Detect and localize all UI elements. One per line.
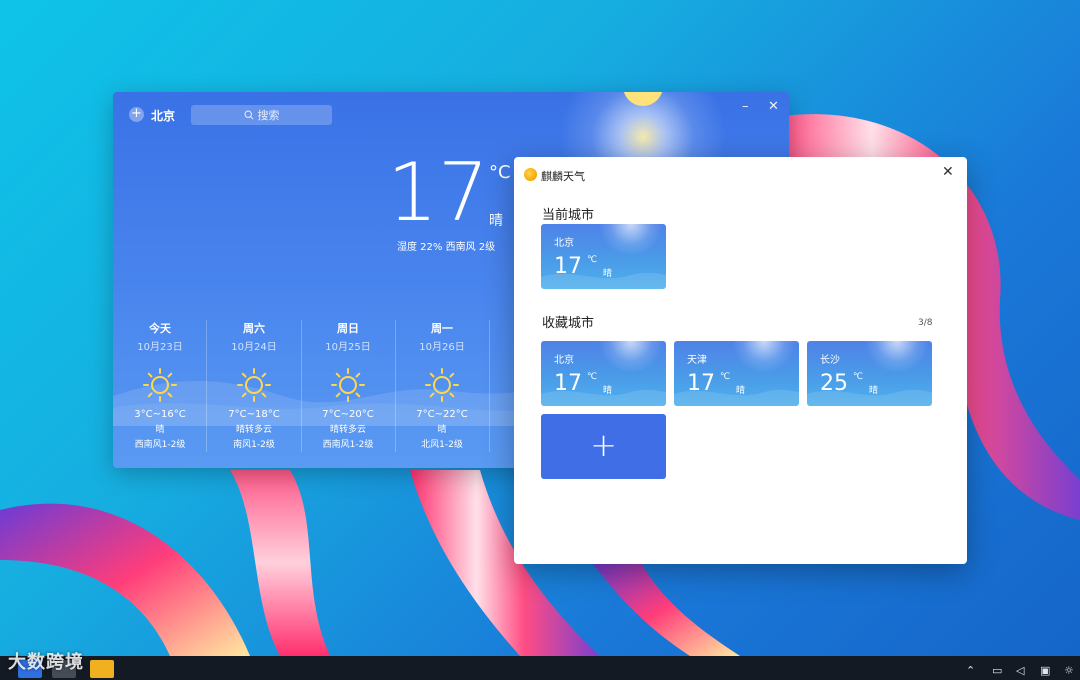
city-condition: 晴 [603,269,613,279]
card-sun-glow [596,224,666,254]
forecast-temp-range: 7°C~18°C [228,409,280,420]
city-temp-unit: ℃ [587,255,598,265]
favorites-count: 3/8 [918,318,933,328]
close-icon[interactable]: ✕ [768,99,779,114]
city-condition: 晴 [603,386,613,396]
forecast-condition: 晴 [155,425,165,435]
city-condition: 晴 [869,386,879,396]
city-temperature: 17 [687,371,715,396]
forecast-date: 10月24日 [231,342,277,353]
humidity-wind-details: 湿度 22% 西南风 2级 [397,242,496,253]
add-city-button[interactable]: + [541,414,666,479]
close-icon[interactable]: ✕ [942,164,954,180]
forecast-day[interactable]: 今天 10月23日 3°C~16°C 晴 西南风1-2级 [113,320,207,450]
plus-icon: + [590,426,617,464]
forecast-weekday: 周一 [431,322,453,335]
watermark: 大数跨境 [8,652,84,673]
forecast-condition: 晴转多云 [329,425,366,435]
forecast-weekday: 周六 [243,322,265,335]
forecast-condition: 晴 [437,425,447,435]
city-temp-unit: ℃ [587,372,598,382]
brightness-icon[interactable]: ☼ [1064,664,1074,677]
favorite-city-card[interactable]: 北京 17 ℃ 晴 [541,341,666,406]
city-name: 长沙 [820,355,840,366]
forecast-day[interactable]: 周六 10月24日 7°C~18°C 晴转多云 南风1-2级 [207,320,301,450]
city-name: 天津 [687,355,707,366]
briefcase-icon[interactable]: ▣ [1040,664,1050,677]
dialog-title: 麒麟天气 [541,170,585,183]
sun-icon [237,368,271,402]
weather-logo-icon [524,168,537,181]
city-temp-unit: ℃ [853,372,864,382]
current-temperature: 17 [387,146,489,239]
current-city-title[interactable]: 北京 [151,107,175,124]
search-placeholder: 搜索 [257,109,280,122]
forecast-wind: 南风1-2级 [233,440,275,450]
forecast-day[interactable]: 周一 10月26日 7°C~22°C 晴 北风1-2级 [395,320,489,450]
city-temperature: 17 [554,254,582,279]
card-sun-glow [596,341,666,371]
forecast-condition: 晴转多云 [235,425,272,435]
current-city-heading: 当前城市 [542,208,595,223]
forecast-date: 10月26日 [419,342,465,353]
city-name: 北京 [554,355,574,366]
current-condition: 晴 [489,213,503,229]
volume-icon[interactable]: ◁ [1016,664,1024,677]
search-icon [243,110,254,120]
forecast-wind: 西南风1-2级 [134,440,186,450]
temperature-unit: °C [489,162,511,183]
city-manager-dialog: 麒麟天气 ✕ 当前城市 北京 17 ℃ 晴 收藏城市 3/8 北京 17 ℃ 晴… [514,157,967,564]
forecast-weekday: 今天 [149,322,171,335]
city-temp-unit: ℃ [720,372,731,382]
forecast-temp-range: 7°C~22°C [416,409,468,420]
sun-icon [425,368,459,402]
forecast-weekday: 周日 [337,322,359,335]
forecast-day[interactable]: 周日 10月25日 7°C~20°C 晴转多云 西南风1-2级 [301,320,395,450]
forecast-temp-range: 3°C~16°C [134,409,186,420]
city-name: 北京 [554,238,574,249]
forecast-date: 10月23日 [137,342,183,353]
sun-icon [143,368,177,402]
favorite-city-card[interactable]: 天津 17 ℃ 晴 [674,341,799,406]
search-input[interactable]: 搜索 [191,105,332,125]
taskbar [0,656,1080,680]
city-temperature: 25 [820,371,848,396]
forecast-wind: 西南风1-2级 [322,440,374,450]
card-sun-glow [862,341,932,371]
weather-app-icon[interactable] [90,660,114,678]
favorite-city-card[interactable]: 长沙 25 ℃ 晴 [807,341,932,406]
forecast-temp-range: 7°C~20°C [322,409,374,420]
network-icon[interactable]: ▭ [992,664,1002,677]
forecast-wind: 北风1-2级 [421,440,463,450]
city-condition: 晴 [736,386,746,396]
chevron-up-icon[interactable]: ⌃ [966,664,975,677]
current-city-card[interactable]: 北京 17 ℃ 晴 [541,224,666,289]
city-temperature: 17 [554,371,582,396]
divider [489,320,490,452]
add-city-icon[interactable]: + [129,107,144,122]
favorite-cities-heading: 收藏城市 [542,316,595,331]
sun-icon [331,368,365,402]
forecast-date: 10月25日 [325,342,371,353]
minimize-icon[interactable]: – [742,99,749,114]
card-sun-glow [729,341,799,371]
